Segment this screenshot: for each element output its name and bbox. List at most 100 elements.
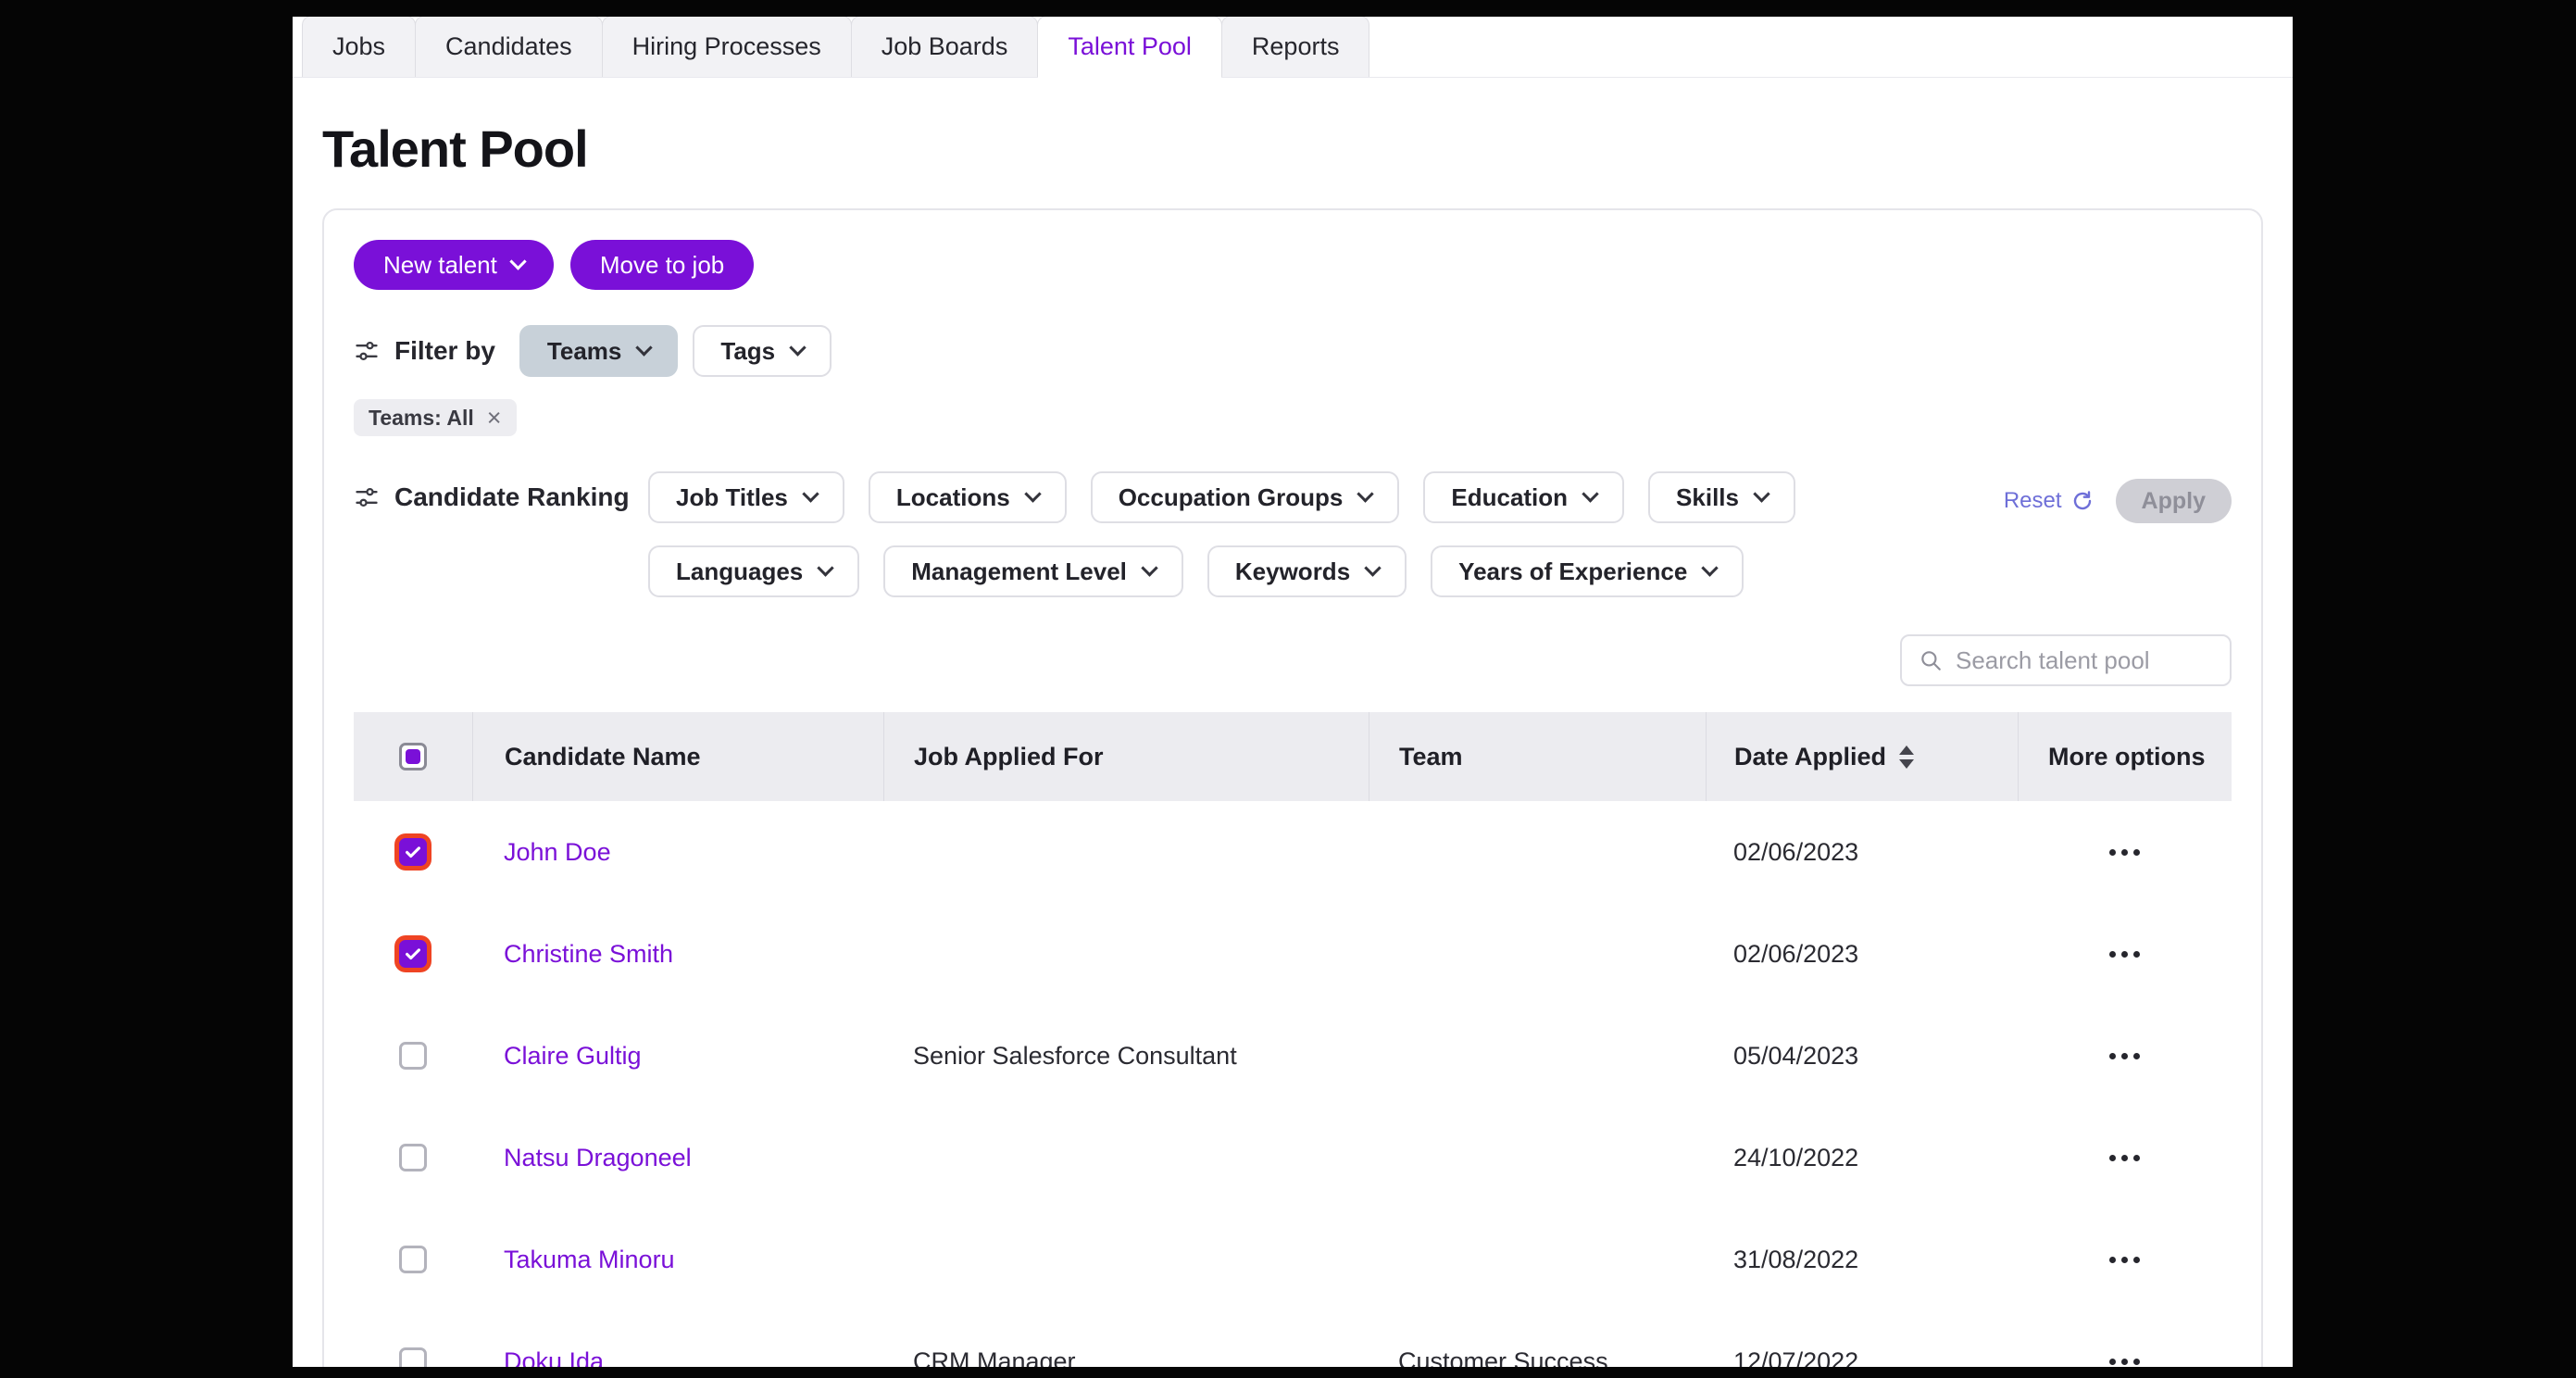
chevron-down-icon bbox=[1582, 485, 1598, 502]
header-label: Date Applied bbox=[1734, 743, 1886, 771]
header-team: Team bbox=[1369, 712, 1706, 801]
chevron-down-icon bbox=[1753, 485, 1769, 502]
job-applied-cell: CRM Manager bbox=[883, 1347, 1369, 1368]
search-talent-pool[interactable] bbox=[1900, 634, 2232, 686]
candidate-ranking-label-group: Candidate Ranking bbox=[354, 471, 648, 512]
table-header-row: Candidate Name Job Applied For Team Date… bbox=[354, 712, 2232, 801]
candidate-name-link[interactable]: Christine Smith bbox=[504, 940, 673, 969]
table-body: John Doe 02/06/2023 Christine Smith 02/0… bbox=[354, 801, 2232, 1367]
tab-talent-pool[interactable]: Talent Pool bbox=[1037, 17, 1222, 77]
chip-label: Tags bbox=[720, 337, 775, 366]
button-label: New talent bbox=[383, 251, 497, 280]
chip-label: Management Level bbox=[911, 557, 1127, 586]
toolbar: New talent Move to job bbox=[354, 240, 2232, 290]
candidate-name-link[interactable]: John Doe bbox=[504, 838, 611, 867]
talent-pool-table: Candidate Name Job Applied For Team Date… bbox=[354, 712, 2232, 1367]
candidate-name-link[interactable]: Natsu Dragoneel bbox=[504, 1144, 692, 1172]
app-window: Jobs Candidates Hiring Processes Job Boa… bbox=[293, 17, 2293, 1367]
more-options-button[interactable] bbox=[2100, 840, 2149, 865]
date-applied-cell: 02/06/2023 bbox=[1706, 838, 2018, 867]
tab-hiring-processes[interactable]: Hiring Processes bbox=[602, 17, 852, 77]
close-icon[interactable]: × bbox=[487, 406, 502, 431]
tab-job-boards[interactable]: Job Boards bbox=[851, 17, 1039, 77]
more-options-button[interactable] bbox=[2100, 942, 2149, 967]
ranking-chip-job-titles[interactable]: Job Titles bbox=[648, 471, 844, 523]
chevron-down-icon bbox=[1141, 559, 1157, 576]
tab-jobs[interactable]: Jobs bbox=[302, 17, 416, 77]
chip-label: Years of Experience bbox=[1458, 557, 1687, 586]
ranking-chip-education[interactable]: Education bbox=[1423, 471, 1624, 523]
sort-arrows-icon[interactable] bbox=[1899, 745, 1914, 769]
more-options-button[interactable] bbox=[2100, 1349, 2149, 1368]
chevron-down-icon bbox=[802, 485, 819, 502]
candidate-name-link[interactable]: Claire Gultig bbox=[504, 1042, 642, 1071]
apply-button[interactable]: Apply bbox=[2116, 479, 2232, 523]
row-checkbox[interactable] bbox=[399, 1347, 427, 1367]
applied-filter-label: Teams: All bbox=[369, 406, 474, 431]
tab-label: Reports bbox=[1252, 32, 1340, 61]
move-to-job-button[interactable]: Move to job bbox=[570, 240, 754, 290]
search-icon bbox=[1919, 648, 1943, 672]
chip-label: Languages bbox=[676, 557, 803, 586]
chip-label: Skills bbox=[1676, 483, 1739, 512]
applied-filters-row: Teams: All × bbox=[354, 399, 2232, 436]
filter-chip-teams[interactable]: Teams bbox=[519, 325, 678, 377]
chevron-down-icon bbox=[1357, 485, 1374, 502]
reset-label: Reset bbox=[2004, 488, 2062, 514]
candidate-name-link[interactable]: Doku Ida bbox=[504, 1347, 604, 1368]
row-checkbox[interactable] bbox=[399, 1144, 427, 1171]
tab-reports[interactable]: Reports bbox=[1221, 17, 1370, 77]
reset-button[interactable]: Reset bbox=[2004, 488, 2094, 514]
header-more-options: More options bbox=[2018, 712, 2232, 801]
applied-filter-teams-all[interactable]: Teams: All × bbox=[354, 399, 517, 436]
chip-label: Keywords bbox=[1235, 557, 1350, 586]
chip-label: Locations bbox=[896, 483, 1010, 512]
header-job-applied-for: Job Applied For bbox=[883, 712, 1369, 801]
table-row: Christine Smith 02/06/2023 bbox=[354, 903, 2232, 1005]
filter-chip-tags[interactable]: Tags bbox=[693, 325, 832, 377]
more-options-button[interactable] bbox=[2100, 1146, 2149, 1171]
refresh-icon bbox=[2071, 490, 2094, 512]
chip-label: Education bbox=[1451, 483, 1568, 512]
ranking-chip-years-of-experience[interactable]: Years of Experience bbox=[1431, 545, 1744, 597]
row-checkbox[interactable] bbox=[399, 1042, 427, 1070]
ranking-chip-keywords[interactable]: Keywords bbox=[1207, 545, 1407, 597]
date-applied-cell: 02/06/2023 bbox=[1706, 940, 2018, 969]
chevron-down-icon bbox=[509, 253, 526, 269]
chevron-down-icon bbox=[1702, 559, 1719, 576]
tab-candidates[interactable]: Candidates bbox=[415, 17, 603, 77]
table-row: Takuma Minoru 31/08/2022 bbox=[354, 1209, 2232, 1310]
search-input[interactable] bbox=[1956, 646, 2213, 675]
new-talent-button[interactable]: New talent bbox=[354, 240, 554, 290]
row-checkbox[interactable] bbox=[399, 1246, 427, 1273]
tab-label: Hiring Processes bbox=[632, 32, 821, 61]
date-applied-cell: 31/08/2022 bbox=[1706, 1246, 2018, 1274]
more-options-button[interactable] bbox=[2100, 1247, 2149, 1272]
page-content: Talent Pool New talent Move to job Filte… bbox=[293, 119, 2293, 1367]
ranking-chip-languages[interactable]: Languages bbox=[648, 545, 859, 597]
ranking-chip-skills[interactable]: Skills bbox=[1648, 471, 1795, 523]
ranking-actions: Reset Apply bbox=[2004, 471, 2232, 523]
table-row: Claire Gultig Senior Salesforce Consulta… bbox=[354, 1005, 2232, 1107]
table-row: Natsu Dragoneel 24/10/2022 bbox=[354, 1107, 2232, 1209]
search-row bbox=[354, 634, 2232, 686]
row-checkbox[interactable] bbox=[399, 940, 427, 968]
row-checkbox[interactable] bbox=[399, 838, 427, 866]
ranking-chip-locations[interactable]: Locations bbox=[869, 471, 1067, 523]
chevron-down-icon bbox=[1364, 559, 1381, 576]
candidate-ranking-label: Candidate Ranking bbox=[394, 482, 630, 512]
page-title: Talent Pool bbox=[322, 119, 2263, 179]
table-row: Doku Ida CRM Manager Customer Success 12… bbox=[354, 1310, 2232, 1367]
tab-label: Candidates bbox=[445, 32, 572, 61]
ranking-chips: Job Titles Locations Occupation Groups E… bbox=[648, 471, 1824, 597]
chip-label: Teams bbox=[547, 337, 621, 366]
more-options-button[interactable] bbox=[2100, 1044, 2149, 1069]
ranking-chip-management-level[interactable]: Management Level bbox=[883, 545, 1183, 597]
filter-by-label: Filter by bbox=[394, 336, 495, 366]
job-applied-cell: Senior Salesforce Consultant bbox=[883, 1042, 1369, 1071]
candidate-name-link[interactable]: Takuma Minoru bbox=[504, 1246, 675, 1274]
ranking-chip-occupation-groups[interactable]: Occupation Groups bbox=[1091, 471, 1400, 523]
select-all-checkbox[interactable] bbox=[399, 743, 427, 770]
header-date-applied: Date Applied bbox=[1706, 712, 2018, 801]
talent-pool-panel: New talent Move to job Filter by Teams T… bbox=[322, 208, 2263, 1367]
